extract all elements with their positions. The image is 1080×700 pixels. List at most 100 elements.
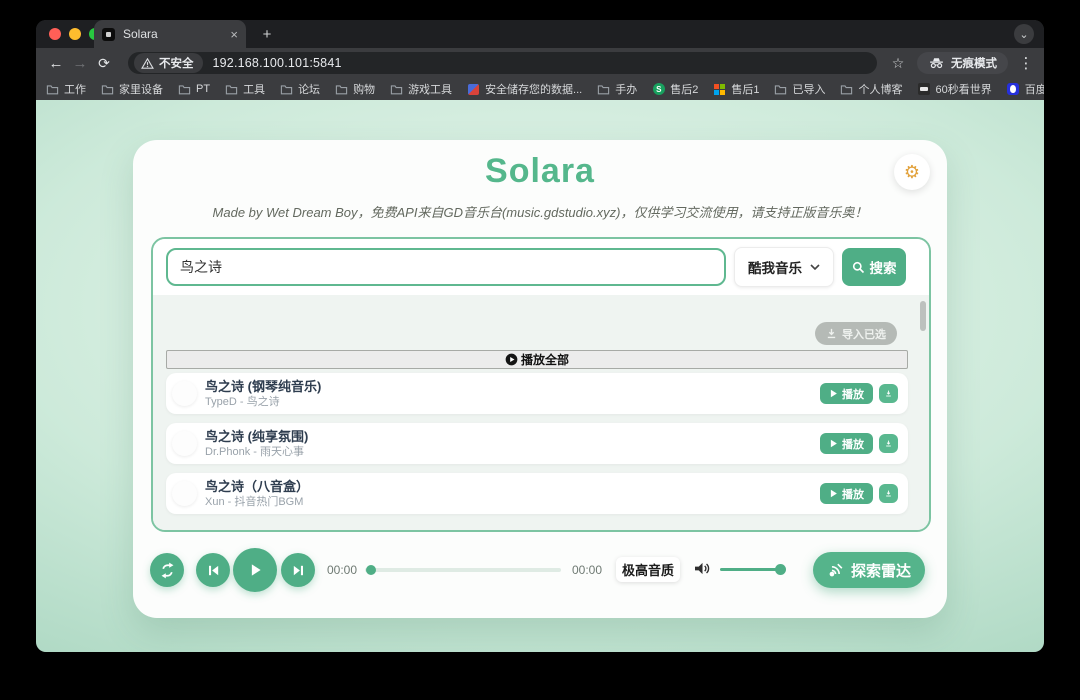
volume-icon[interactable] [693, 561, 712, 581]
bookmark-item[interactable]: 购物 [335, 81, 375, 97]
address-bar[interactable]: 不安全 192.168.100.101:5841 [128, 52, 877, 74]
bookmark-item[interactable]: 工作 [46, 81, 86, 97]
search-button[interactable]: 搜索 [842, 248, 906, 286]
security-chip[interactable]: 不安全 [134, 53, 203, 73]
bookmark-label: 工作 [64, 81, 86, 97]
tab-favicon-icon [102, 28, 115, 41]
tab-search-chevron-icon[interactable]: ⌄ [1014, 24, 1034, 44]
browser-menu-button[interactable]: ⋮ [1016, 54, 1036, 72]
search-input[interactable] [166, 248, 726, 286]
import-selected-button[interactable]: 导入已选 [815, 322, 897, 345]
current-time: 00:00 [327, 563, 357, 577]
song-play-button[interactable]: 播放 [820, 433, 873, 454]
bookmark-star-icon[interactable]: ☆ [887, 55, 909, 72]
folder-icon [280, 83, 293, 96]
song-download-button[interactable] [879, 484, 898, 503]
song-checkbox[interactable] [172, 481, 197, 506]
play-icon [246, 561, 264, 579]
song-artist: Xun - 抖音热门BGM [205, 496, 820, 509]
reload-button[interactable]: ⟳ [92, 55, 116, 72]
repeat-button[interactable] [150, 553, 184, 587]
bookmark-label: PT [196, 83, 210, 95]
bookmark-label: 家里设备 [119, 81, 163, 97]
song-row[interactable]: 鸟之诗 (纯享氛围) Dr.Phonk - 雨天心事 播放 [166, 423, 908, 464]
progress-handle[interactable] [366, 565, 376, 575]
play-icon [829, 489, 838, 498]
search-button-label: 搜索 [870, 257, 897, 277]
minimize-window-button[interactable] [69, 28, 81, 40]
bookmark-label: 手办 [615, 81, 637, 97]
song-play-button[interactable]: 播放 [820, 483, 873, 504]
bookmark-item[interactable]: 手办 [597, 81, 637, 97]
back-button[interactable]: ← [44, 55, 68, 72]
radar-icon [827, 561, 845, 579]
forward-button[interactable]: → [68, 55, 92, 72]
folder-icon [46, 83, 59, 96]
incognito-label: 无痕模式 [951, 55, 997, 71]
tab-close-icon[interactable]: × [230, 27, 238, 42]
play-button[interactable] [233, 548, 277, 592]
volume-handle[interactable] [775, 564, 786, 575]
bookmark-item[interactable]: 安全储存您的数据... [467, 81, 582, 97]
folder-icon [178, 83, 191, 96]
import-button-label: 导入已选 [842, 326, 886, 342]
song-checkbox[interactable] [172, 431, 197, 456]
bookmark-item[interactable]: 工具 [225, 81, 265, 97]
song-checkbox[interactable] [172, 381, 197, 406]
song-download-button[interactable] [879, 384, 898, 403]
play-all-button[interactable]: 播放全部 [166, 350, 908, 369]
bookmark-item[interactable]: 论坛 [280, 81, 320, 97]
scrollbar-thumb[interactable] [920, 301, 926, 331]
page-background: ⚙ Solara Made by Wet Dream Boy，免费API来自GD… [36, 100, 1044, 652]
bookmark-item[interactable]: 售后1 [713, 81, 759, 97]
total-time: 00:00 [572, 563, 602, 577]
player-controls: 00:00 00:00 极高音质 [133, 548, 947, 592]
quality-button[interactable]: 极高音质 [616, 557, 680, 582]
song-artist: Dr.Phonk - 雨天心事 [205, 446, 820, 459]
bookmark-item[interactable]: S 售后2 [652, 81, 698, 97]
bookmark-item[interactable]: 个人博客 [840, 81, 902, 97]
tab-strip: Solara × + ⌄ [36, 20, 1044, 48]
song-list-area: 导入已选 播放全部 鸟之诗 (钢琴纯音乐) TypeD - 鸟之诗 [153, 295, 929, 532]
bookmark-item[interactable]: 60秒看世界 [917, 81, 991, 97]
play-circle-icon [505, 353, 518, 366]
explore-radar-button[interactable]: 探索雷达 [813, 552, 925, 588]
warning-icon [141, 58, 154, 69]
bookmark-label: 安全储存您的数据... [485, 81, 582, 97]
repeat-icon [159, 562, 176, 579]
bookmark-item[interactable]: 游戏工具 [390, 81, 452, 97]
next-icon [291, 563, 306, 578]
music-source-select[interactable]: 酷我音乐 [734, 247, 834, 287]
bookmark-item[interactable]: PT [178, 83, 210, 96]
song-title: 鸟之诗（八音盒） [205, 479, 820, 495]
ms-squares-icon [713, 83, 726, 96]
bookmark-label: 售后1 [731, 81, 759, 97]
incognito-badge: 无痕模式 [917, 52, 1008, 74]
bookmark-item[interactable]: 已导入 [774, 81, 825, 97]
next-track-button[interactable] [281, 553, 315, 587]
bookmark-item[interactable]: 百度一下，你就知道 [1007, 81, 1044, 97]
volume-slider[interactable] [720, 568, 783, 571]
song-row[interactable]: 鸟之诗（八音盒） Xun - 抖音热门BGM 播放 [166, 473, 908, 514]
search-results-panel: 酷我音乐 搜索 [151, 237, 931, 532]
folder-icon [335, 83, 348, 96]
song-meta: 鸟之诗 (钢琴纯音乐) TypeD - 鸟之诗 [205, 379, 820, 409]
close-window-button[interactable] [49, 28, 61, 40]
incognito-icon [928, 57, 945, 69]
play-icon [829, 389, 838, 398]
song-list: 鸟之诗 (钢琴纯音乐) TypeD - 鸟之诗 播放 鸟之诗 (纯享氛围) Dr… [166, 373, 908, 514]
security-label: 不安全 [159, 55, 194, 71]
new-tab-button[interactable]: + [258, 25, 276, 43]
bookmark-label: 论坛 [298, 81, 320, 97]
search-row: 酷我音乐 搜索 [153, 239, 929, 295]
search-icon [852, 261, 865, 274]
download-icon [885, 388, 892, 399]
previous-track-button[interactable] [196, 553, 230, 587]
song-download-button[interactable] [879, 434, 898, 453]
song-play-button[interactable]: 播放 [820, 383, 873, 404]
browser-tab[interactable]: Solara × [94, 20, 246, 48]
progress-bar[interactable] [365, 568, 561, 572]
song-row[interactable]: 鸟之诗 (钢琴纯音乐) TypeD - 鸟之诗 播放 [166, 373, 908, 414]
bookmark-item[interactable]: 家里设备 [101, 81, 163, 97]
folder-icon [225, 83, 238, 96]
